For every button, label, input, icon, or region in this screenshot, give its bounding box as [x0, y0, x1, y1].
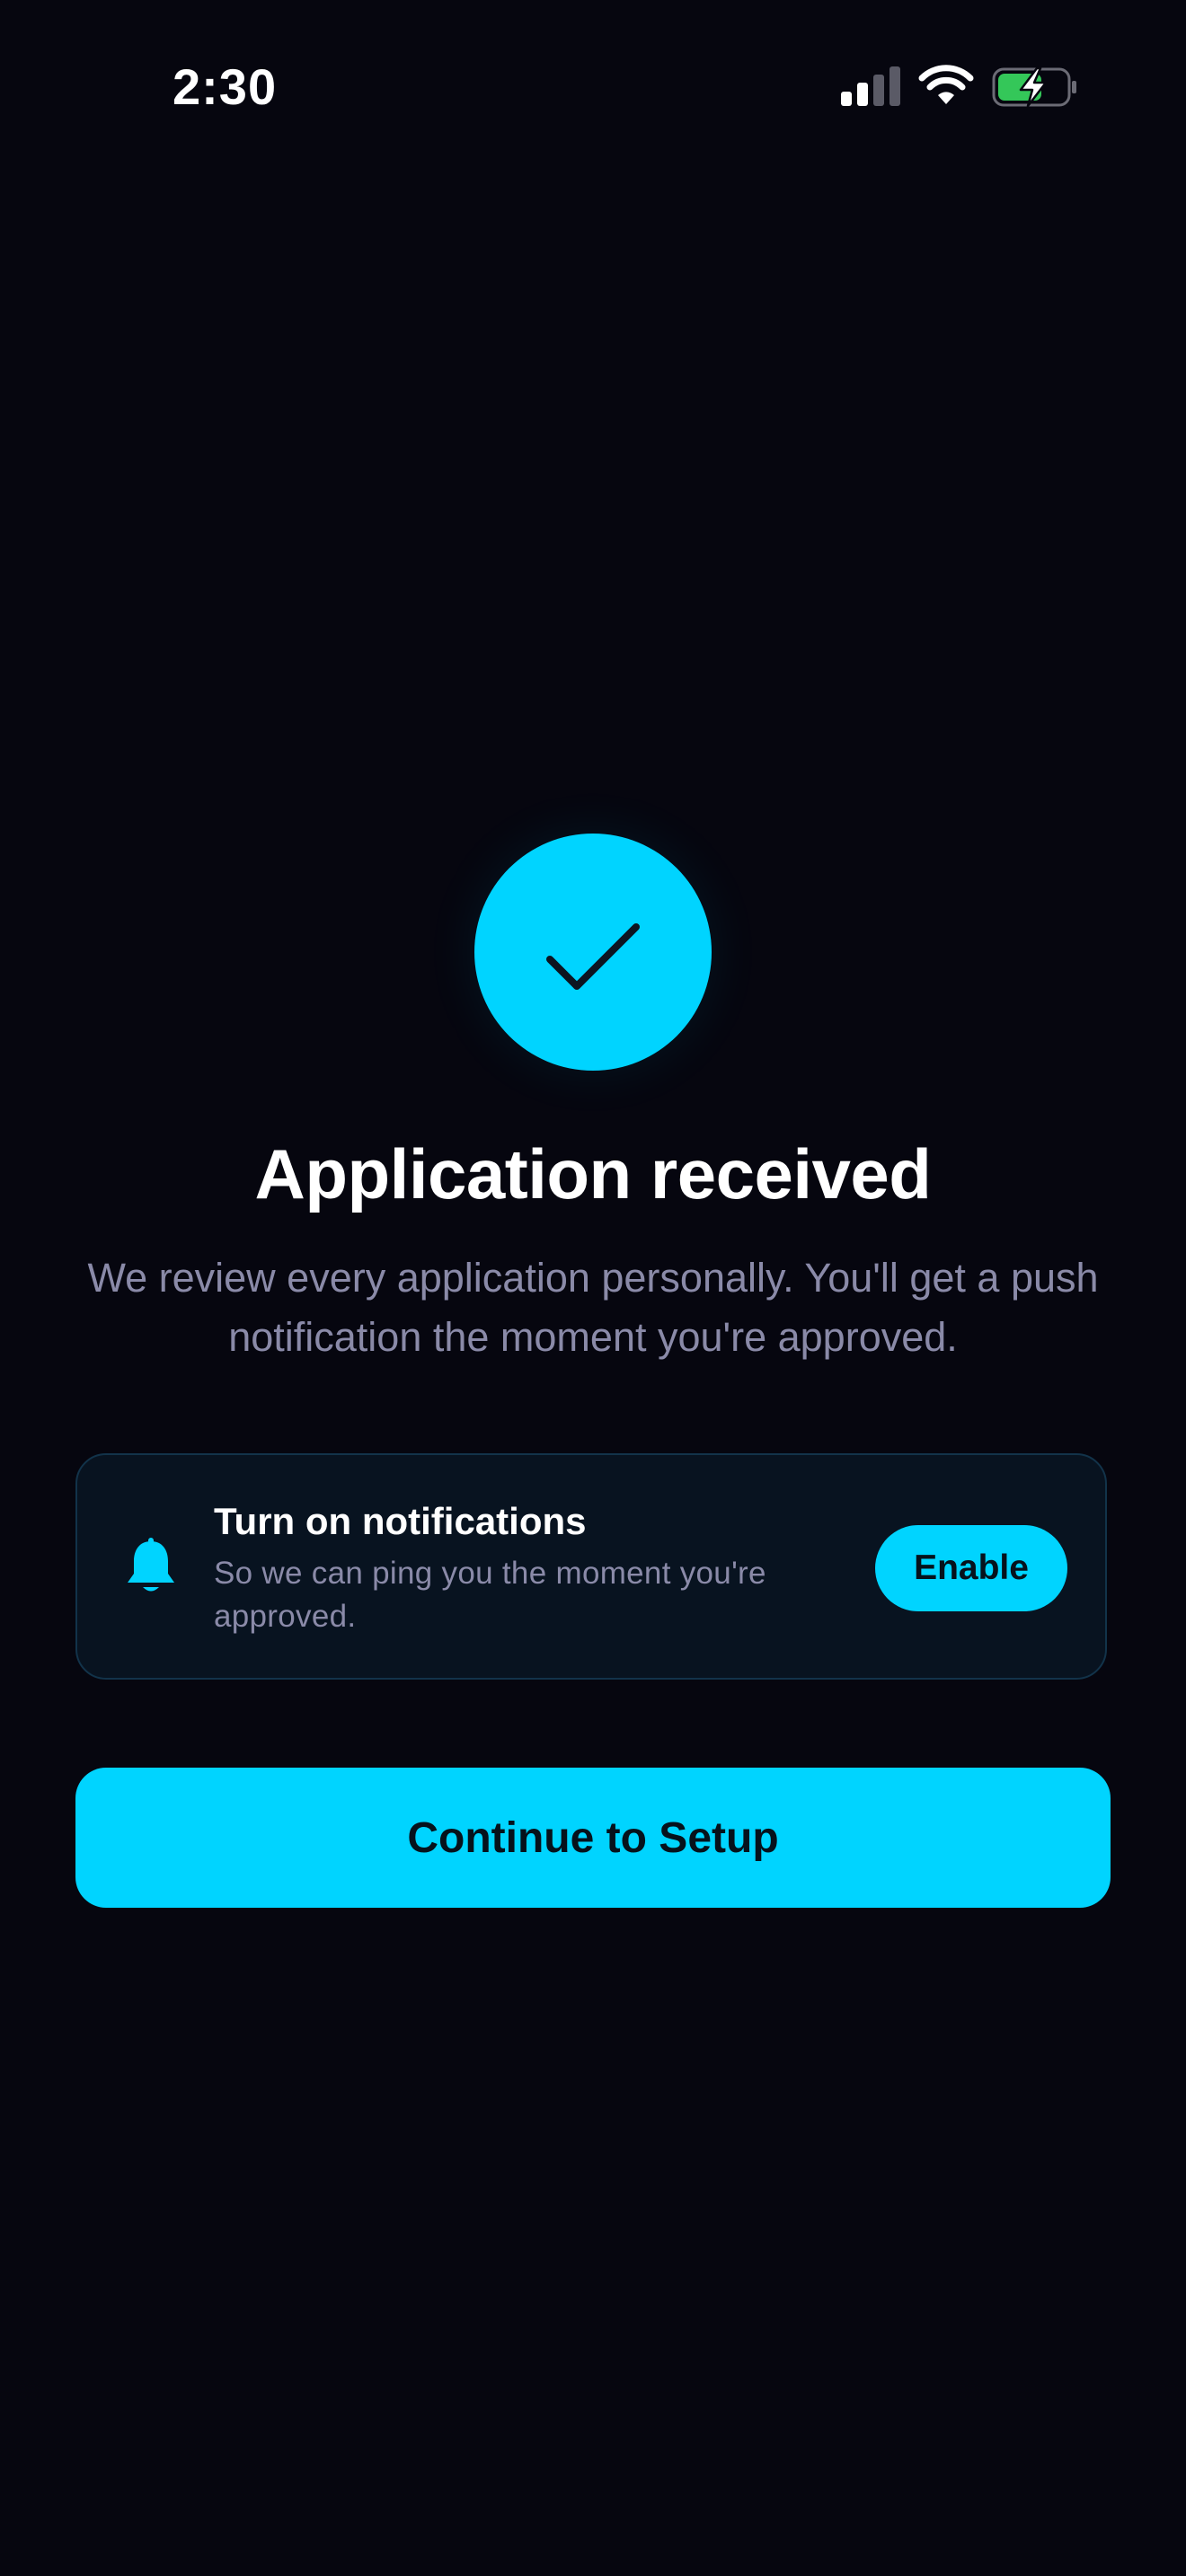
notification-card-body: So we can ping you the moment you're app…: [214, 1556, 766, 1634]
notification-card: Turn on notifications So we can ping you…: [75, 1453, 1107, 1680]
success-badge: [474, 834, 712, 1071]
page-title: Application received: [254, 1134, 932, 1213]
status-bar: 2:30: [0, 0, 1186, 171]
enable-notifications-button[interactable]: Enable: [875, 1525, 1067, 1611]
notification-card-title: Turn on notifications: [214, 1500, 587, 1542]
bell-icon: [128, 1538, 174, 1592]
checkmark-icon: [546, 923, 640, 990]
wifi-icon: [918, 65, 974, 104]
continue-to-setup-button[interactable]: Continue to Setup: [75, 1768, 1111, 1908]
page-subtitle: We review every application personally. …: [87, 1255, 1099, 1360]
signal-icon: [841, 66, 900, 106]
status-time: 2:30: [173, 58, 278, 115]
battery-charging-icon: [992, 66, 1076, 108]
